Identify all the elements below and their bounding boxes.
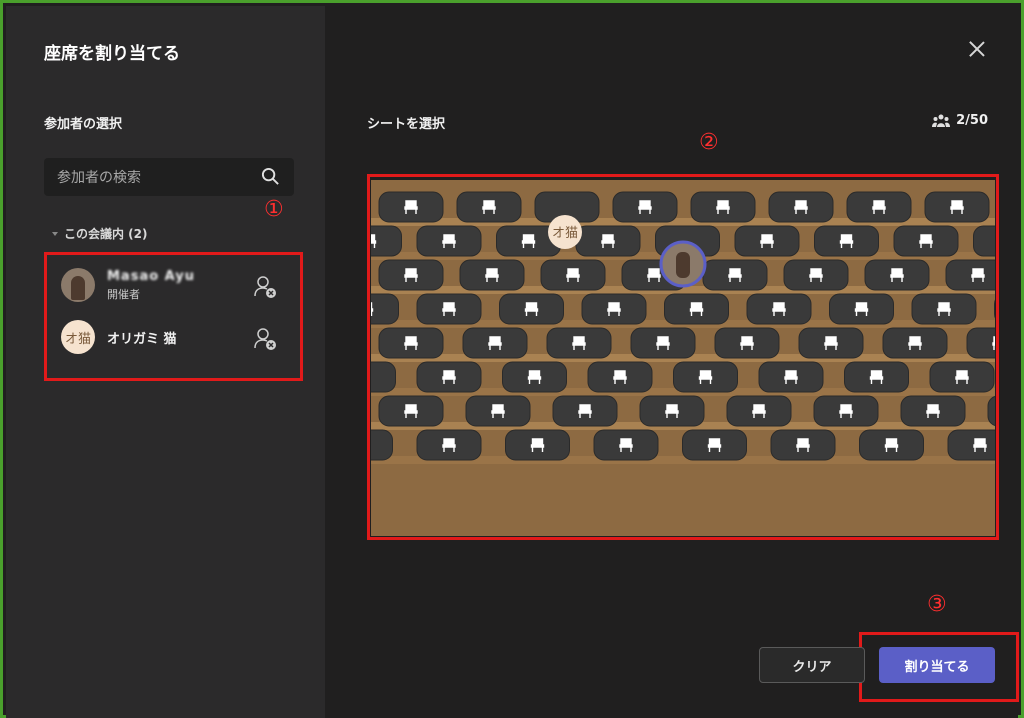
participant-role: 開催者 [107,287,140,301]
participant-panel: 座席を割り当てる 参加者の選択 この会議内 (2) ① Masao Ayu 開催… [6,6,325,718]
seat-map[interactable]: オ猫 [371,180,995,536]
chevron-down-icon [52,231,58,236]
people-icon [932,114,951,127]
seat[interactable] [987,395,995,427]
participant-count: 2/50 [932,113,988,128]
count-value: 2/50 [956,113,988,128]
avatar-photo [676,252,690,278]
seat[interactable] [371,429,393,461]
avatar: オ猫 [61,320,95,354]
seat[interactable] [945,259,995,291]
annotation-2: ② [699,130,719,155]
seat[interactable] [973,225,996,257]
seat-panel: シートを選択 2/50 ② オ猫 ③ クリア 割り当てる [325,6,1019,718]
seat-section-title: シートを選択 [367,117,446,132]
assigned-seat-initials: オ猫 [552,226,578,241]
participant-name: Masao Ayu [107,268,196,284]
remove-person-icon[interactable] [252,326,278,352]
search-icon[interactable] [261,167,280,186]
seat[interactable] [966,327,995,359]
seat[interactable] [371,293,399,325]
participant-item[interactable]: オ猫 オリガミ 猫 [61,317,296,357]
seat[interactable] [947,429,995,461]
assign-seats-dialog: 座席を割り当てる 参加者の選択 この会議内 (2) ① Masao Ayu 開催… [0,0,1024,718]
participant-search[interactable] [44,158,294,198]
seat[interactable] [371,361,396,393]
assign-button[interactable]: 割り当てる [879,647,995,683]
seat[interactable] [994,294,996,324]
dialog-title: 座席を割り当てる [44,44,180,64]
clear-button[interactable]: クリア [759,647,865,683]
remove-person-icon[interactable] [252,274,278,300]
meeting-group-toggle[interactable]: この会議内 (2) [52,225,148,242]
chair-icon [992,336,995,350]
group-label: この会議内 (2) [64,227,148,241]
search-input[interactable] [44,158,269,198]
participant-name: オリガミ 猫 [107,331,177,347]
participant-section-title: 参加者の選択 [44,117,123,132]
participant-item[interactable]: Masao Ayu 開催者 [61,265,296,305]
annotation-3: ③ [927,592,947,617]
close-icon[interactable] [968,40,986,58]
seat-grid[interactable]: オ猫 [371,180,995,536]
avatar [61,268,95,302]
annotation-1: ① [264,197,284,222]
